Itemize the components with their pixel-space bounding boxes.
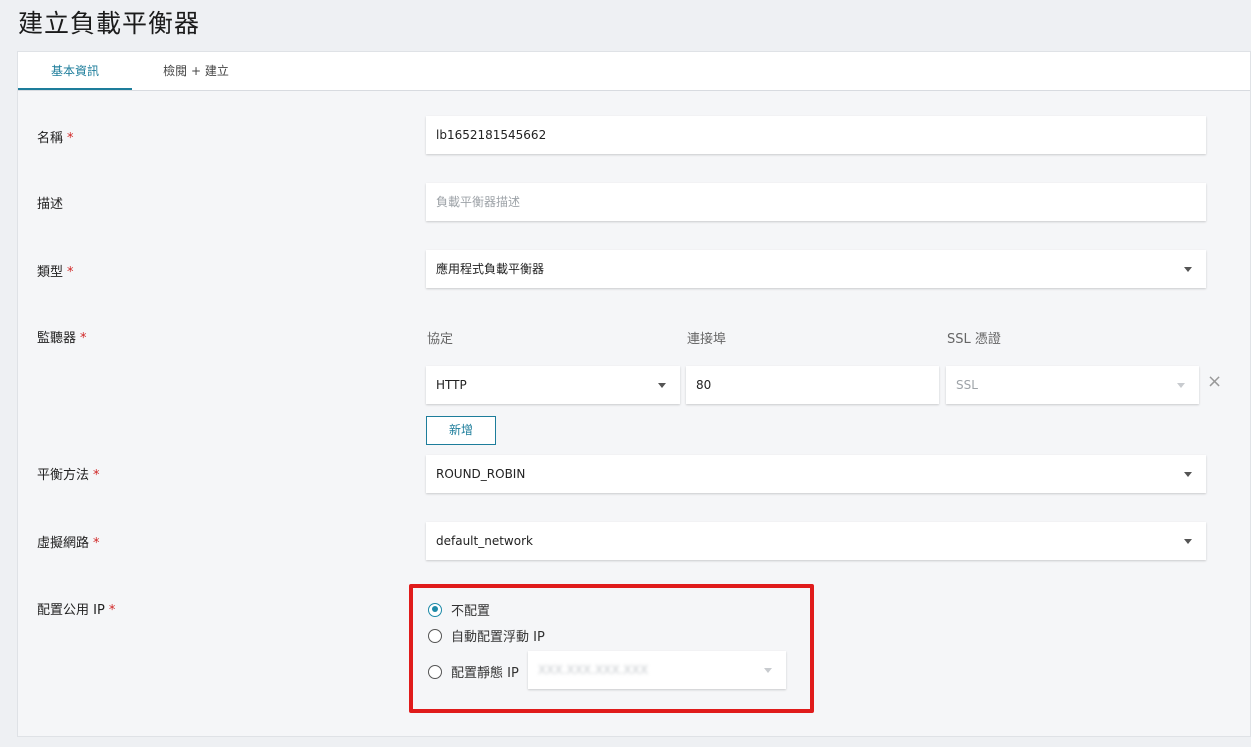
name-label: 名稱 * [37, 131, 74, 146]
page-title: 建立負載平衡器 [18, 9, 201, 38]
type-select[interactable]: 應用程式負載平衡器 [426, 250, 1206, 288]
tab-bar: 基本資訊 檢閱 + 建立 [18, 52, 1250, 91]
description-placeholder: 負載平衡器描述 [436, 195, 521, 209]
required-mark: * [67, 131, 74, 146]
type-label: 類型 * [37, 265, 74, 280]
close-icon[interactable]: × [1207, 373, 1222, 391]
chevron-down-icon [764, 668, 772, 673]
chevron-down-icon [1184, 539, 1192, 544]
tab-basic-info[interactable]: 基本資訊 [18, 52, 132, 90]
ssl-header: SSL 憑證 [947, 332, 1001, 347]
protocol-header: 協定 [427, 332, 454, 347]
required-mark: * [93, 468, 100, 483]
port-value: 80 [696, 378, 712, 392]
required-mark: * [108, 603, 116, 618]
listener-label: 監聽器 * [37, 331, 87, 346]
radio-unchecked-icon[interactable] [428, 628, 442, 643]
radio-unchecked-icon[interactable] [428, 664, 442, 679]
virtual-network-label: 虛擬網路 * [37, 536, 100, 551]
name-value: lb1652181545662 [436, 128, 547, 142]
name-input[interactable]: lb1652181545662 [426, 116, 1206, 154]
balance-method-select[interactable]: ROUND_ROBIN [426, 455, 1206, 493]
radio-no-ip[interactable]: 不配置 [428, 600, 490, 619]
virtual-network-select[interactable]: default_network [426, 522, 1206, 560]
protocol-value: HTTP [436, 378, 467, 392]
radio-static-ip[interactable]: 配置靜態 IP [428, 662, 519, 681]
protocol-select[interactable]: HTTP [426, 366, 680, 404]
radio-auto-floating-ip[interactable]: 自動配置浮動 IP [428, 626, 545, 645]
add-listener-button[interactable]: 新增 [426, 416, 496, 445]
chevron-down-icon [658, 383, 666, 388]
tab-review-create[interactable]: 檢閱 + 建立 [148, 52, 244, 90]
required-mark: * [93, 536, 100, 551]
balance-method-label: 平衡方法 * [37, 468, 100, 483]
description-input[interactable]: 負載平衡器描述 [426, 183, 1206, 221]
radio-checked-icon[interactable] [428, 602, 442, 617]
virtual-network-value: default_network [436, 534, 533, 548]
chevron-down-icon [1184, 472, 1192, 477]
chevron-down-icon [1184, 267, 1192, 272]
required-mark: * [80, 331, 87, 346]
balance-method-value: ROUND_ROBIN [436, 467, 526, 481]
type-value: 應用程式負載平衡器 [436, 262, 545, 276]
port-input[interactable]: 80 [686, 366, 939, 404]
ssl-placeholder: SSL [956, 378, 978, 392]
port-header: 連接埠 [687, 332, 727, 347]
required-mark: * [67, 265, 74, 280]
description-label: 描述 [37, 197, 64, 212]
static-ip-select[interactable]: XXX.XXX.XXX.XXX [528, 651, 786, 689]
public-ip-label: 配置公用 IP * [37, 603, 116, 618]
form-card: 基本資訊 檢閱 + 建立 名稱 * lb1652181545662 描述 負載平衡… [17, 51, 1251, 737]
chevron-down-icon [1177, 383, 1185, 388]
static-ip-value: XXX.XXX.XXX.XXX [538, 663, 649, 677]
ssl-select[interactable]: SSL [946, 366, 1199, 404]
